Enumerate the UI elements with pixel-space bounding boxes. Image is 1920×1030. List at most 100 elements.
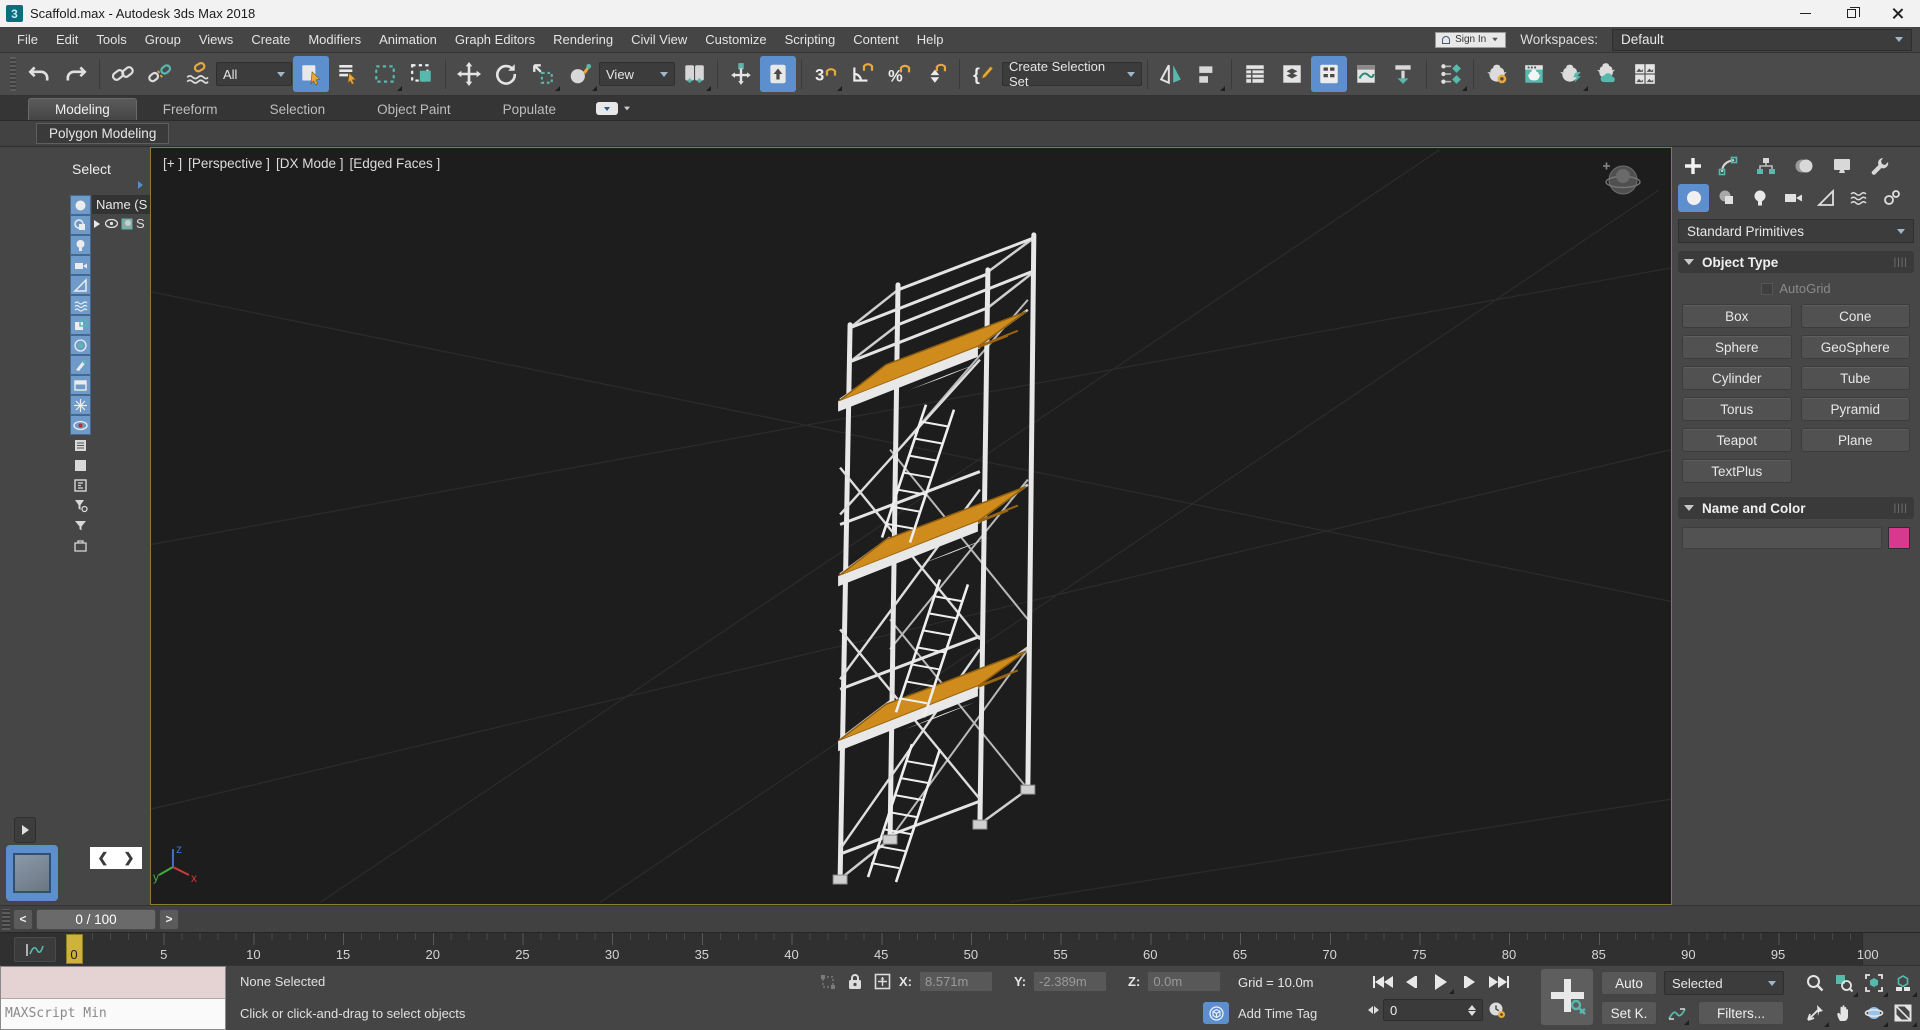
- frame-spinner[interactable]: [1468, 1004, 1476, 1016]
- y-coordinate-field[interactable]: -2.389m: [1033, 971, 1108, 992]
- category-lights[interactable]: [1744, 184, 1775, 212]
- object-type-rollout-header[interactable]: Object Type ||||: [1678, 251, 1914, 273]
- rectangular-selection-region-button[interactable]: [367, 56, 403, 92]
- category-spacewarps[interactable]: [1843, 184, 1874, 212]
- current-frame-field[interactable]: 0: [1383, 999, 1483, 1021]
- expand-panel-button[interactable]: [14, 817, 36, 843]
- select-by-name-button[interactable]: [330, 56, 366, 92]
- category-dropdown[interactable]: Standard Primitives: [1678, 219, 1914, 243]
- field-of-view-button[interactable]: [1800, 998, 1830, 1028]
- category-helpers[interactable]: [1810, 184, 1841, 212]
- close-button[interactable]: [1874, 0, 1920, 27]
- selection-lock-toggle[interactable]: [845, 972, 865, 992]
- select-and-manipulate-button[interactable]: [723, 56, 759, 92]
- tab-motion[interactable]: [1786, 152, 1822, 180]
- mirror-button[interactable]: [1153, 56, 1189, 92]
- play-animation-button[interactable]: [1426, 969, 1455, 995]
- viewport-menu-pov[interactable]: [Perspective ]: [188, 156, 270, 171]
- sphere-button[interactable]: Sphere: [1682, 335, 1792, 359]
- ribbon-tab-object-paint[interactable]: Object Paint: [351, 99, 477, 120]
- menu-tools[interactable]: Tools: [87, 27, 135, 52]
- tab-utilities[interactable]: [1862, 152, 1898, 180]
- scene-object-name[interactable]: S: [136, 216, 145, 231]
- edit-named-selection-sets-button[interactable]: {: [965, 56, 1001, 92]
- menu-scripting[interactable]: Scripting: [776, 27, 845, 52]
- textplus-button[interactable]: TextPlus: [1682, 459, 1792, 483]
- selection-filter-dropdown[interactable]: All: [216, 62, 292, 86]
- percent-snap-toggle-button[interactable]: %: [881, 56, 917, 92]
- scene-3d-scaffold[interactable]: y z x: [151, 148, 1671, 904]
- nav-right-button[interactable]: ❯: [116, 847, 142, 869]
- display-materials-toggle[interactable]: [70, 375, 91, 395]
- tab-display[interactable]: [1824, 152, 1860, 180]
- select-object-button[interactable]: [293, 56, 329, 92]
- workspaces-dropdown[interactable]: Default: [1612, 28, 1912, 51]
- set-keys-button[interactable]: [1540, 968, 1594, 1026]
- object-color-swatch[interactable]: [1888, 527, 1910, 549]
- ribbon-display-dropdown[interactable]: [595, 102, 631, 120]
- filter-combinations-button[interactable]: [70, 495, 91, 515]
- display-none-button[interactable]: [70, 455, 91, 475]
- display-list-mode-button[interactable]: [70, 435, 91, 455]
- cone-button[interactable]: Cone: [1800, 304, 1910, 328]
- zoom-button[interactable]: [1800, 968, 1830, 998]
- select-and-scale-button[interactable]: [525, 56, 561, 92]
- time-configuration-button[interactable]: [1487, 1000, 1507, 1020]
- select-and-move-button[interactable]: [451, 56, 487, 92]
- display-influences-button[interactable]: [70, 475, 91, 495]
- zoom-extents-button[interactable]: [1859, 968, 1889, 998]
- scene-explorer-name-column[interactable]: Name (S: [92, 195, 150, 214]
- menu-modifiers[interactable]: Modifiers: [299, 27, 370, 52]
- restore-button[interactable]: [1828, 0, 1874, 27]
- polygon-modeling-panel-tab[interactable]: Polygon Modeling: [36, 123, 170, 144]
- menu-file[interactable]: File: [8, 27, 47, 52]
- time-slider-grip[interactable]: [2, 908, 10, 930]
- minimize-button[interactable]: [1782, 0, 1828, 27]
- category-systems[interactable]: [1876, 184, 1907, 212]
- tab-modify[interactable]: [1710, 152, 1746, 180]
- orbit-button[interactable]: [1859, 998, 1889, 1028]
- render-production-button[interactable]: [1553, 56, 1589, 92]
- asset-library-button[interactable]: [1627, 56, 1663, 92]
- maxscript-macro-pane[interactable]: [1, 967, 225, 999]
- select-and-place-button[interactable]: [562, 56, 598, 92]
- use-pivot-point-center-button[interactable]: [676, 56, 712, 92]
- menu-create[interactable]: Create: [242, 27, 299, 52]
- menu-edit[interactable]: Edit: [47, 27, 87, 52]
- select-and-rotate-button[interactable]: [488, 56, 524, 92]
- display-bones-toggle[interactable]: [70, 335, 91, 355]
- ribbon-tab-freeform[interactable]: Freeform: [137, 99, 244, 120]
- undo-button[interactable]: [21, 56, 57, 92]
- angle-snap-toggle-button[interactable]: [844, 56, 880, 92]
- expand-arrow-icon[interactable]: [92, 219, 102, 229]
- viewcube[interactable]: [1599, 160, 1643, 200]
- torus-button[interactable]: Torus: [1682, 397, 1792, 421]
- ribbon-tab-populate[interactable]: Populate: [477, 99, 582, 120]
- display-shapes-toggle[interactable]: [70, 215, 91, 235]
- category-geometry[interactable]: [1678, 184, 1709, 212]
- ribbon-tab-modeling[interactable]: Modeling: [28, 98, 137, 120]
- go-to-end-button[interactable]: [1484, 969, 1513, 995]
- zoom-all-button[interactable]: [1830, 968, 1860, 998]
- curve-editor-button[interactable]: [1348, 56, 1384, 92]
- display-groups-toggle[interactable]: [70, 315, 91, 335]
- set-key-mode-button[interactable]: Set K.: [1601, 1001, 1657, 1025]
- isolate-selection-toggle[interactable]: [1203, 1002, 1229, 1024]
- select-and-link-button[interactable]: [105, 56, 141, 92]
- chevron-right-icon[interactable]: [138, 181, 143, 189]
- menu-customize[interactable]: Customize: [696, 27, 775, 52]
- window-crossing-toggle-button[interactable]: [404, 56, 440, 92]
- align-button[interactable]: [1190, 56, 1226, 92]
- render-in-cloud-button[interactable]: [1590, 56, 1626, 92]
- display-containers-toggle[interactable]: [70, 355, 91, 375]
- display-frozen-toggle[interactable]: [70, 395, 91, 415]
- menu-rendering[interactable]: Rendering: [544, 27, 622, 52]
- frame-nudge-arrows[interactable]: [1368, 1006, 1379, 1014]
- absolute-offset-toggle[interactable]: [872, 972, 892, 992]
- add-time-tag[interactable]: Add Time Tag: [1238, 1006, 1317, 1021]
- x-coordinate-field[interactable]: 8.571m: [919, 971, 993, 992]
- display-spacewarps-toggle[interactable]: [70, 295, 91, 315]
- render-setup-button[interactable]: [1479, 56, 1515, 92]
- geosphere-button[interactable]: GeoSphere: [1800, 335, 1910, 359]
- toggle-layer-explorer-button[interactable]: [1274, 56, 1310, 92]
